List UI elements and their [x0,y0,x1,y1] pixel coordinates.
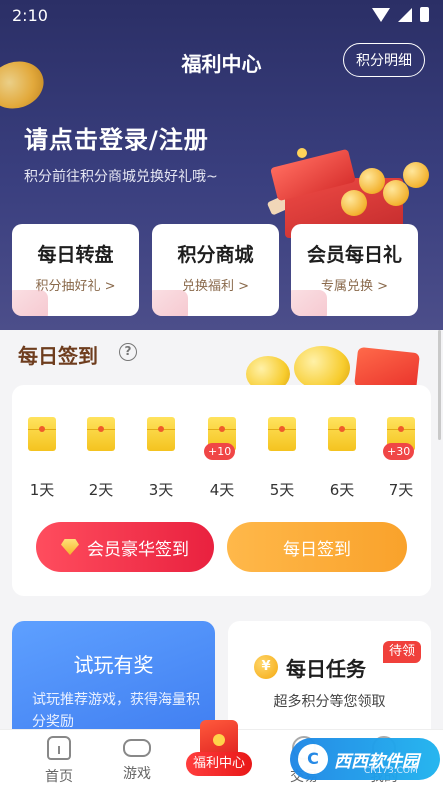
status-time: 2:10 [12,6,48,25]
signal-icon [398,7,412,22]
login-subtitle: 积分前往积分商城兑换好礼哦~ [24,169,218,185]
wifi-icon [372,7,390,22]
nav-label: 游戏 [123,766,151,782]
signin-day-4: +10 4天 [200,413,244,503]
points-detail-button[interactable]: 积分明细 [343,43,425,77]
feature-title: 积分商城 [177,244,254,266]
signin-day-1: 1天 [20,413,64,503]
nav-label: 福利中心 [186,752,252,776]
login-register-link[interactable]: 请点击登录/注册 [24,120,209,155]
day-label: 3天 [148,481,174,499]
daily-signin-button[interactable]: 每日签到 [227,522,407,572]
coins-envelope-decoration [246,342,436,394]
help-icon[interactable]: ? [119,343,137,361]
points-mall-card[interactable]: 积分商城 兑换福利 > [152,224,279,316]
feature-cards: 每日转盘 积分抽好礼 > 积分商城 兑换福利 > 会员每日礼 专属兑换 > [12,224,443,316]
signin-day-6: 6天 [320,413,364,503]
watermark-logo: C 西西软件园 CR173.COM [290,738,440,780]
daily-signin-heading: 每日签到 [18,344,98,368]
wheel-decoration-icon [12,290,48,316]
feature-title: 每日转盘 [37,244,114,266]
watermark-icon: C [298,744,328,774]
day-label: 4天 [209,481,235,499]
battery-icon [420,7,429,22]
vip-decoration-icon [291,290,327,316]
envelope-icon [328,417,356,451]
diamond-icon [61,539,79,555]
nav-item-welfare-center[interactable]: 福利中心 [186,720,252,780]
day-label: 5天 [269,481,295,499]
signin-day-7: +30 7天 [379,413,423,503]
feature-title: 会员每日礼 [306,244,402,266]
day-label: 1天 [29,481,55,499]
task-description: 超多积分等您领取 [273,694,386,710]
envelope-icon [268,417,296,451]
daily-wheel-card[interactable]: 每日转盘 积分抽好礼 > [12,224,139,316]
nav-label: 首页 [45,769,73,785]
trial-title: 试玩有奖 [73,653,154,677]
pending-badge: 待领 [382,641,421,663]
vip-signin-label: 会员豪华签到 [87,539,189,560]
vip-daily-gift-card[interactable]: 会员每日礼 专属兑换 > [291,224,418,316]
task-title: 每日任务 [286,657,366,681]
gamepad-icon [123,739,151,757]
status-bar: 2:10 [0,0,443,30]
watermark-url: CR173.COM [364,766,418,776]
signin-card: 1天 2天 3天 +10 4天 5天 6天 +30 7天 会员豪华签到 每日签到 [12,385,431,596]
envelope-icon [28,417,56,451]
title-bar: 福利中心 积分明细 [0,40,443,80]
day-label: 6天 [329,481,355,499]
bonus-badge: +10 [204,443,236,460]
trial-description: 试玩推荐游戏，获得海量积分奖励 [32,692,200,730]
gift-decoration-icon [152,290,188,316]
signin-day-3: 3天 [139,413,183,503]
day-label: 2天 [88,481,114,499]
nav-item-games[interactable]: 游戏 [107,736,167,783]
nav-item-home[interactable]: 首页 [29,736,89,786]
home-icon [47,736,71,760]
scrollbar[interactable] [438,330,441,440]
coin-icon: ¥ [254,655,278,679]
signin-day-5: 5天 [260,413,304,503]
envelope-icon [87,417,115,451]
bonus-badge: +30 [383,443,415,460]
vip-signin-button[interactable]: 会员豪华签到 [36,522,214,572]
signin-day-2: 2天 [79,413,123,503]
envelope-icon [147,417,175,451]
day-label: 7天 [388,481,414,499]
